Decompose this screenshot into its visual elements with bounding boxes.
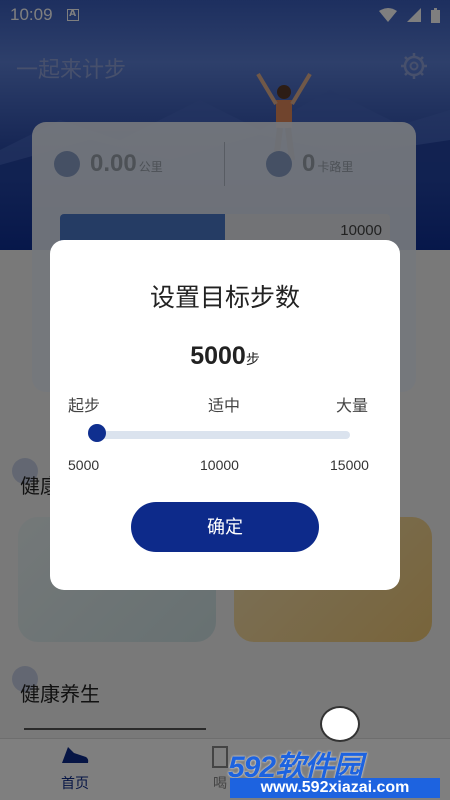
- goal-dialog: 设置目标步数 5000步 起步 适中 大量 5000 10000 15000 确…: [50, 240, 400, 590]
- level-high-label: 大量: [336, 396, 369, 415]
- tick-mid: 10000: [200, 457, 239, 473]
- dialog-title: 设置目标步数: [149, 283, 300, 312]
- step-goal-unit: 步: [245, 352, 260, 368]
- mascot-icon: [320, 706, 360, 742]
- slider-thumb[interactable]: [88, 424, 106, 442]
- level-low-label: 起步: [68, 396, 101, 415]
- watermark-url: www.592xiazai.com: [230, 778, 440, 798]
- slider-track[interactable]: [90, 431, 350, 439]
- confirm-button[interactable]: 确定: [131, 502, 319, 552]
- tick-min: 5000: [68, 457, 100, 473]
- step-goal-value: 5000步: [50, 342, 400, 371]
- level-mid-label: 适中: [208, 396, 241, 415]
- tick-max: 15000: [330, 457, 369, 473]
- step-goal-number: 5000: [190, 342, 246, 370]
- watermark: 592软件园 www.592xiazai.com: [226, 702, 446, 798]
